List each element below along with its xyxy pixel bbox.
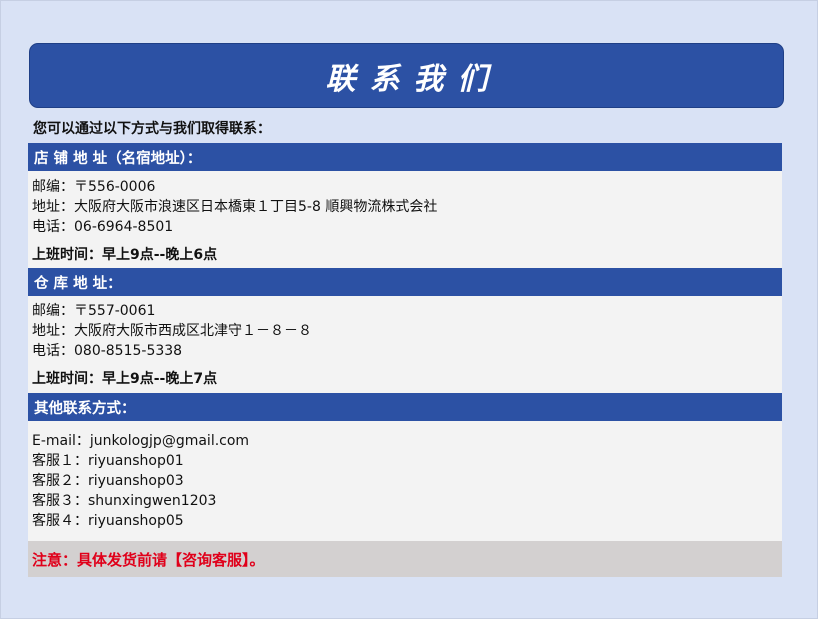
store-hours: 上班时间：早上9点--晚上6点 [32, 247, 218, 263]
other-contact-header: 其他联系方式： [28, 393, 782, 421]
warehouse-address-header: 仓 库 地 址： [28, 268, 782, 296]
customer-service-4: 客服４：riyuanshop05 [32, 513, 184, 529]
page-title: 联系我们 [325, 61, 502, 97]
shipping-notice: 注意：具体发货前请【咨询客服】。 [28, 541, 782, 577]
title-banner: 联系我们 [29, 43, 784, 108]
warehouse-postal-code: 邮编：〒557-0061 [32, 303, 156, 319]
store-address-body: 邮编：〒556-0006 地址：大阪府大阪市浪速区日本橋東１丁目5-8 順興物流… [28, 171, 782, 268]
customer-service-1: 客服１：riyuanshop01 [32, 453, 184, 469]
customer-service-2: 客服２：riyuanshop03 [32, 473, 184, 489]
customer-service-3: 客服３：shunxingwen1203 [32, 493, 217, 509]
store-phone: 电话：06-6964-8501 [32, 219, 174, 235]
warehouse-address: 地址：大阪府大阪市西成区北津守１－８－８ [32, 323, 312, 339]
intro-text: 您可以通过以下方式与我们取得联系： [33, 121, 271, 137]
store-address-header: 店 铺 地 址（名宿地址）： [28, 143, 782, 171]
other-contact-body: E-mail：junkologjp@gmail.com 客服１：riyuansh… [28, 421, 782, 541]
store-postal-code: 邮编：〒556-0006 [32, 179, 156, 195]
contact-email: E-mail：junkologjp@gmail.com [32, 433, 250, 449]
warehouse-phone: 电话：080-8515-5338 [32, 343, 183, 359]
warehouse-hours: 上班时间：早上9点--晚上7点 [32, 371, 218, 387]
warehouse-address-body: 邮编：〒557-0061 地址：大阪府大阪市西成区北津守１－８－８ 电话：080… [28, 296, 782, 393]
store-address: 地址：大阪府大阪市浪速区日本橋東１丁目5-8 順興物流株式会社 [32, 199, 438, 215]
